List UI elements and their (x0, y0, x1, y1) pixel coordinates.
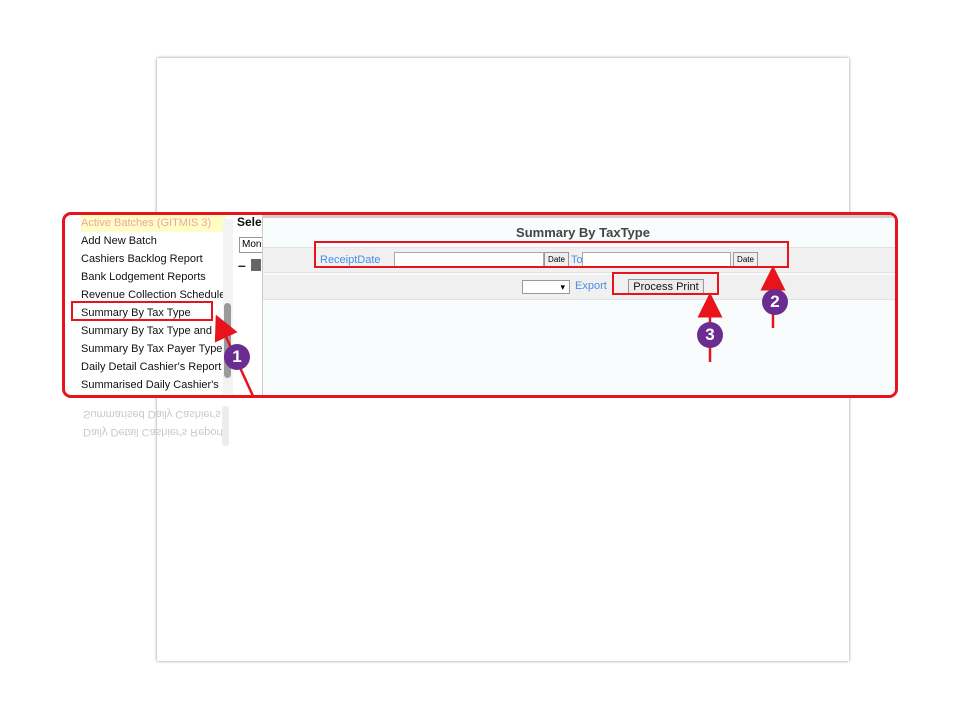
step-badge-1: 1 (224, 344, 250, 370)
strip-reflection: Summarised Daily Cashier's Daily Detail … (75, 406, 235, 446)
annotation-arrows (214, 265, 786, 397)
step-badge-2: 2 (762, 289, 788, 315)
reflection-line-2: Daily Detail Cashier's Report (83, 426, 224, 438)
reflection-line-1: Summarised Daily Cashier's (83, 408, 221, 420)
reflection-scrollbar (222, 406, 229, 446)
step-badge-3: 3 (697, 322, 723, 348)
